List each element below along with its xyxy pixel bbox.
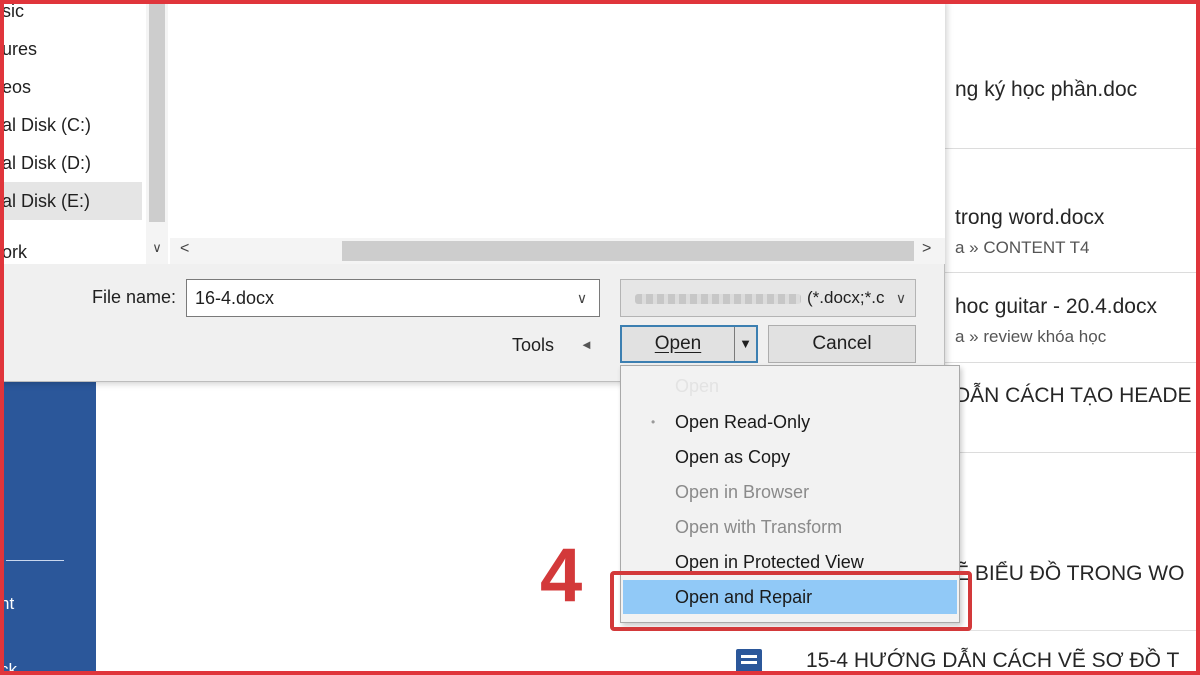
recent-file-path: a » review khóa học xyxy=(955,327,1107,346)
file-list-area[interactable] xyxy=(170,0,945,238)
open-button[interactable]: Open xyxy=(622,327,734,361)
chevron-down-icon[interactable]: ∨ xyxy=(891,286,911,310)
recent-file-name: trong word.docx xyxy=(955,206,1105,229)
scrollbar-thumb[interactable] xyxy=(342,241,914,261)
horizontal-scrollbar[interactable]: < > xyxy=(170,238,945,264)
nav-vertical-scrollbar[interactable] xyxy=(146,0,168,264)
list-separator xyxy=(945,148,1200,149)
list-separator xyxy=(945,452,1200,453)
open-file-dialog: sic ures eos al Disk (C:) al Disk (D:) a… xyxy=(0,0,945,382)
scroll-down-icon[interactable]: ∨ xyxy=(148,240,166,260)
open-split-button[interactable]: Open ▼ xyxy=(620,325,758,363)
nav-item-local-disk-c[interactable]: al Disk (C:) xyxy=(0,106,142,144)
backstage-sidebar: nt ck xyxy=(0,380,96,675)
menu-item-open-read-only[interactable]: • Open Read-Only xyxy=(623,405,957,439)
file-type-select[interactable]: (*.docx;*.c ∨ xyxy=(620,279,916,317)
menu-item-label: Open in Browser xyxy=(675,482,810,502)
recent-file-name: ng ký học phần.doc xyxy=(955,78,1138,101)
recent-file-name: Ẽ BIỂU ĐỒ TRONG WO xyxy=(955,562,1185,585)
blurred-file-type-text xyxy=(635,294,801,304)
menu-item-open-as-copy[interactable]: Open as Copy xyxy=(623,440,957,474)
menu-item-open-with-transform: Open with Transform xyxy=(623,510,957,544)
tools-button[interactable]: Tools ◄ xyxy=(500,330,604,360)
bullet-icon: • xyxy=(651,415,656,429)
backstage-item-account[interactable]: nt xyxy=(0,594,14,614)
dropdown-arrow-icon: ◄ xyxy=(580,337,593,352)
recent-file-path: a » CONTENT T4 xyxy=(955,238,1090,257)
file-name-input[interactable]: 16-4.docx ∨ xyxy=(186,279,600,317)
tools-label: Tools xyxy=(512,335,555,355)
menu-item-label: Open with Transform xyxy=(675,517,843,537)
recent-files-list: ng ký học phần.doc trong word.docx a » C… xyxy=(945,0,1200,675)
file-name-label: File name: xyxy=(92,287,177,307)
file-name-value: 16-4.docx xyxy=(195,288,275,308)
backstage-content xyxy=(96,380,666,675)
list-separator xyxy=(945,362,1200,363)
backstage-item-feedback[interactable]: ck xyxy=(0,660,17,675)
nav-item-network[interactable]: ork xyxy=(0,233,142,271)
chevron-down-icon[interactable]: ∨ xyxy=(571,286,593,310)
nav-item-videos[interactable]: eos xyxy=(0,68,142,106)
menu-item-label: Open Read-Only xyxy=(675,412,811,432)
step-number-annotation: 4 xyxy=(540,533,583,618)
nav-item-music[interactable]: sic xyxy=(0,0,142,30)
nav-item-local-disk-e[interactable]: al Disk (E:) xyxy=(0,182,142,220)
highlight-callout-box xyxy=(610,571,972,631)
menu-item-open-faded: Open xyxy=(675,376,720,396)
recent-file-name: hoc guitar - 20.4.docx xyxy=(955,295,1157,318)
recent-file-name: 15-4 HƯỚNG DẪN CÁCH VẼ SƠ ĐỒ T xyxy=(806,649,1180,672)
scrollbar-thumb[interactable] xyxy=(149,0,165,222)
scroll-left-icon[interactable]: < xyxy=(180,240,189,258)
open-dropdown-arrow-icon[interactable]: ▼ xyxy=(735,327,756,361)
menu-item-open-in-browser: Open in Browser xyxy=(623,475,957,509)
menu-item-label: Open as Copy xyxy=(675,447,791,467)
navigation-pane: sic ures eos al Disk (C:) al Disk (D:) a… xyxy=(0,0,170,264)
cancel-button[interactable]: Cancel xyxy=(768,325,916,363)
nav-item-pictures[interactable]: ures xyxy=(0,30,142,68)
menu-item-label: Open in Protected View xyxy=(675,552,864,572)
scroll-right-icon[interactable]: > xyxy=(922,240,931,258)
list-separator xyxy=(945,272,1200,273)
file-type-value: (*.docx;*.c xyxy=(807,288,885,307)
word-document-icon xyxy=(736,649,762,675)
recent-file-name: DẪN CÁCH TẠO HEADE xyxy=(955,384,1192,407)
sidebar-divider xyxy=(6,560,64,561)
recent-file-item[interactable]: 15-4 HƯỚNG DẪN CÁCH VẼ SƠ ĐỒ T xyxy=(660,630,1200,675)
nav-item-local-disk-d[interactable]: al Disk (D:) xyxy=(0,144,142,182)
